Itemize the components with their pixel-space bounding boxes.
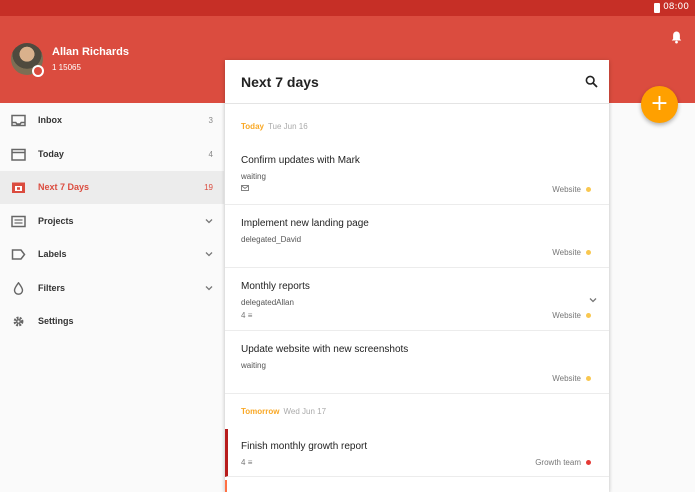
comment-count: 4 ≡ — [241, 458, 253, 467]
task-list-panel: Next 7 days Today Tue Jun 16 Confirm upda… — [225, 60, 609, 492]
sidebar-item-labels[interactable]: Labels — [0, 238, 224, 271]
priority-indicator — [225, 480, 227, 492]
calendar-icon — [11, 148, 26, 161]
section-day: Today — [241, 122, 264, 131]
project-color-dot — [586, 187, 591, 192]
task-title: Update website with new screenshots — [241, 344, 409, 355]
list-icon — [11, 215, 26, 228]
task-row[interactable]: Monthly reports delegatedAllan 4 ≡ Websi… — [225, 268, 609, 331]
task-row[interactable]: Implement new landing page delegated_Dav… — [225, 205, 609, 268]
sidebar-item-settings[interactable]: Settings — [0, 305, 224, 338]
sidebar-item-count: 4 — [208, 150, 213, 159]
comment-icon: ≡ — [247, 311, 253, 320]
user-karma: 1 15065 — [52, 63, 81, 72]
sidebar-item-label: Filters — [38, 283, 66, 293]
sidebar-item-projects[interactable]: Projects — [0, 205, 224, 238]
sidebar-item-inbox[interactable]: Inbox 3 — [0, 104, 224, 137]
sidebar-item-today[interactable]: Today 4 — [0, 138, 224, 171]
project-color-dot — [586, 313, 591, 318]
page-title: Next 7 days — [241, 74, 319, 90]
sidebar-item-label: Inbox — [38, 115, 62, 125]
sidebar: Inbox 3 Today 4 Next 7 Days 19 Projects — [0, 103, 224, 492]
sidebar-item-label: Labels — [38, 249, 67, 259]
sidebar-item-count: 3 — [208, 116, 213, 125]
battery-icon — [654, 3, 660, 13]
status-time: 08:00 — [663, 2, 689, 12]
task-row[interactable]: Finish monthly growth report 4 ≡ Growth … — [225, 429, 609, 477]
task-project: Website — [552, 311, 591, 320]
sidebar-item-next-7-days[interactable]: Next 7 Days 19 — [0, 171, 224, 204]
task-project: Website — [552, 185, 591, 194]
add-task-button[interactable]: + — [641, 86, 678, 123]
search-icon[interactable] — [585, 75, 598, 88]
section-header-today: Today Tue Jun 16 — [241, 122, 308, 131]
sidebar-item-label: Settings — [38, 316, 74, 326]
sidebar-item-label: Projects — [38, 216, 74, 226]
gear-icon — [13, 316, 24, 327]
project-color-dot — [586, 250, 591, 255]
premium-badge-icon — [32, 65, 44, 77]
sidebar-item-label: Next 7 Days — [38, 182, 90, 192]
project-color-dot — [586, 460, 591, 465]
sidebar-item-count: 19 — [204, 183, 213, 192]
task-label: delegated_David — [241, 235, 302, 244]
task-label: delegatedAllan — [241, 298, 294, 307]
task-label: waiting — [241, 172, 266, 181]
bell-icon[interactable] — [671, 31, 682, 44]
user-name: Allan Richards — [52, 46, 130, 58]
task-project: Website — [552, 374, 591, 383]
envelope-icon — [241, 185, 249, 191]
task-row[interactable]: Confirm updates with Mark waiting Websit… — [225, 142, 609, 205]
comment-icon: ≡ — [247, 458, 253, 467]
task-title: Confirm updates with Mark — [241, 155, 360, 166]
task-title: Implement new landing page — [241, 218, 369, 229]
task-project: Growth team — [535, 458, 591, 467]
panel-toolbar: Next 7 days — [225, 60, 609, 104]
chevron-down-icon[interactable] — [205, 284, 213, 292]
chevron-down-icon[interactable] — [589, 296, 597, 304]
task-project: Website — [552, 248, 591, 257]
label-icon — [11, 249, 26, 260]
chevron-down-icon[interactable] — [205, 250, 213, 258]
chevron-down-icon[interactable] — [205, 217, 213, 225]
task-label: waiting — [241, 361, 266, 370]
sidebar-item-filters[interactable]: Filters — [0, 272, 224, 305]
task-title: Monthly reports — [241, 281, 310, 292]
section-date: Tue Jun 16 — [267, 122, 308, 131]
project-color-dot — [586, 376, 591, 381]
section-header-tomorrow: Tomorrow Wed Jun 17 — [241, 407, 326, 416]
section-date: Wed Jun 17 — [283, 407, 327, 416]
calendar-week-icon — [12, 182, 25, 193]
section-day: Tomorrow — [241, 407, 280, 416]
inbox-icon — [11, 114, 26, 127]
task-row[interactable]: Update website with new screenshots wait… — [225, 331, 609, 394]
status-bar: 08:00 — [0, 0, 695, 16]
task-title: Finish monthly growth report — [241, 441, 368, 452]
sidebar-item-label: Today — [38, 149, 64, 159]
drop-icon — [13, 282, 24, 295]
comment-count: 4 ≡ — [241, 311, 253, 320]
